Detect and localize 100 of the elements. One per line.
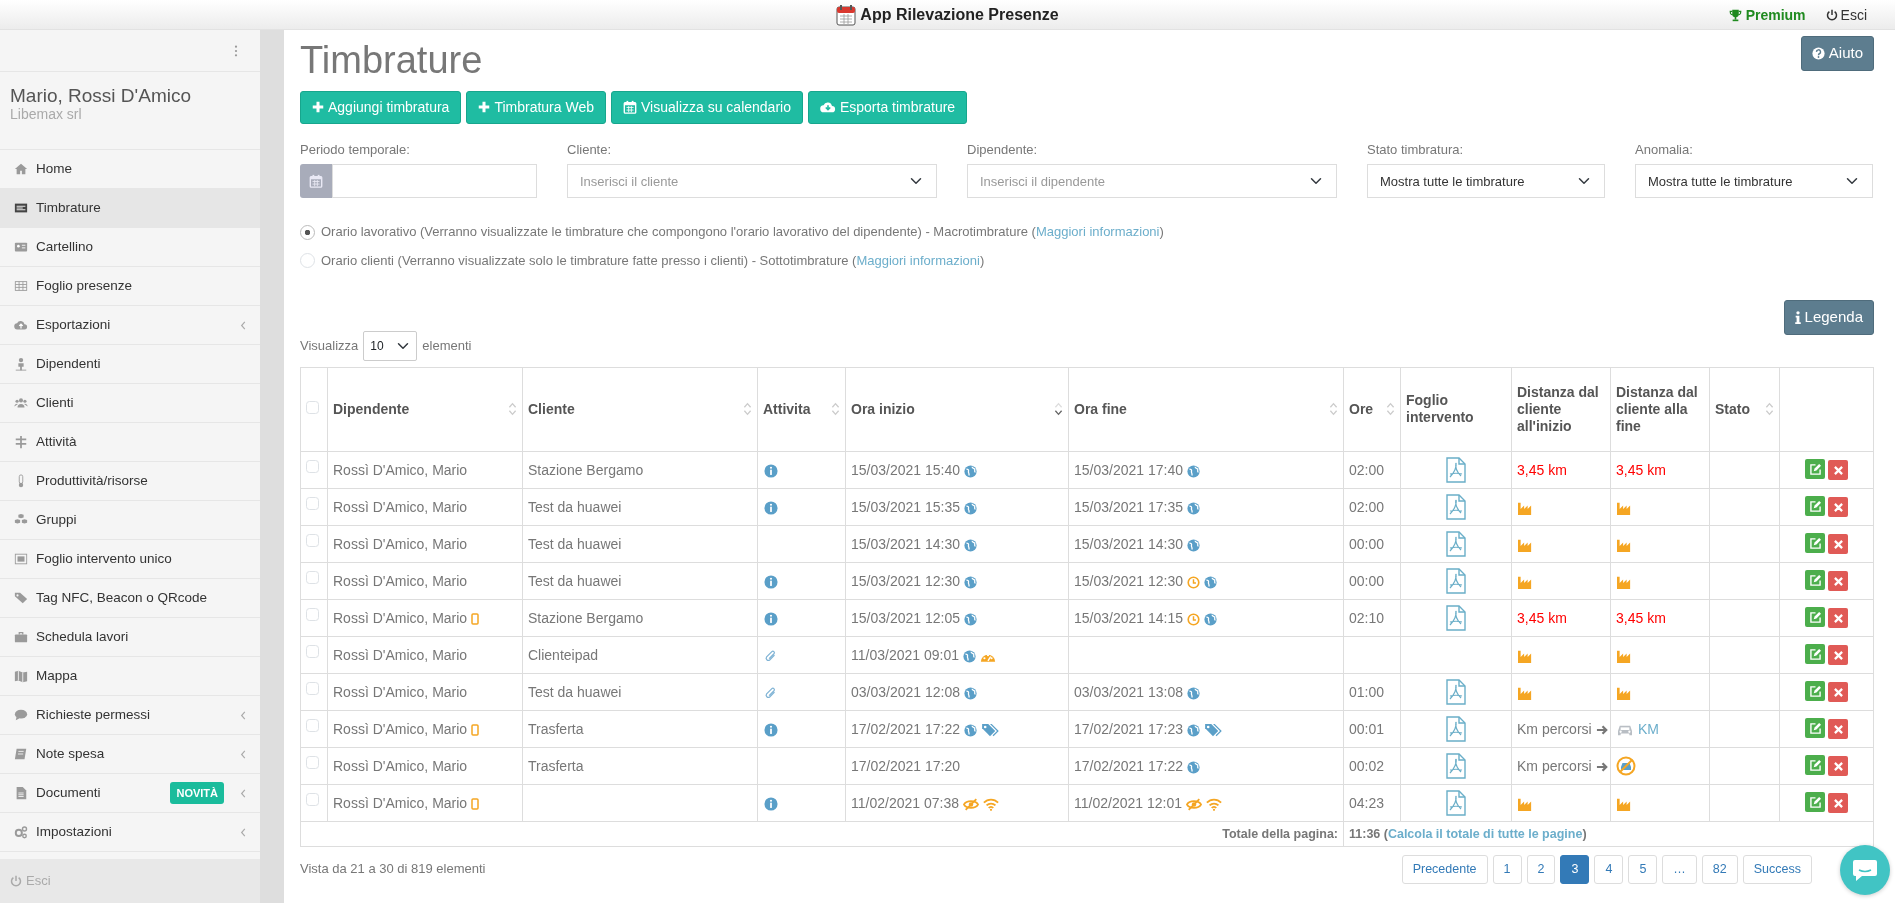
delete-button[interactable] [1828, 756, 1848, 777]
calendar-logo-icon [836, 3, 857, 26]
pdf-icon[interactable] [1446, 752, 1466, 779]
menu-icon[interactable] [234, 44, 238, 57]
sidebar-item[interactable]: Mappa [0, 657, 260, 696]
sidebar-item[interactable]: Impostazioni [0, 813, 260, 852]
edit-button[interactable] [1805, 459, 1825, 480]
sidebar-item[interactable]: Cartellino [0, 228, 260, 267]
sidebar-item[interactable]: Tag NFC, Beacon o QRcode [0, 579, 260, 618]
select-all-checkbox[interactable] [306, 400, 319, 414]
row-checkbox[interactable] [306, 681, 319, 695]
map-icon [14, 669, 28, 683]
status-select[interactable]: Mostra tutte le timbrature [1367, 164, 1605, 199]
time-text: 15/03/2021 12:05 [851, 609, 960, 626]
edit-button[interactable] [1805, 718, 1825, 739]
sidebar-item[interactable]: Dipendenti [0, 345, 260, 384]
page-link[interactable]: 82 [1701, 854, 1738, 884]
client-name: Stazione Bergamo [528, 461, 644, 478]
edit-button[interactable] [1805, 533, 1825, 554]
radio-button[interactable] [300, 224, 315, 240]
pdf-icon[interactable] [1446, 567, 1466, 594]
page-length-select[interactable]: 10 [363, 330, 418, 361]
pdf-icon[interactable] [1446, 604, 1466, 631]
delete-button[interactable] [1828, 719, 1848, 740]
clock-icon [1186, 575, 1200, 589]
pdf-icon[interactable] [1446, 456, 1466, 483]
status-select[interactable]: Mostra tutte le timbrature [1635, 164, 1873, 199]
page-link[interactable]: … [1662, 854, 1697, 884]
legend-button[interactable]: Legenda [1783, 300, 1874, 335]
calendar-icon [309, 174, 323, 189]
row-checkbox[interactable] [306, 496, 319, 510]
edit-button[interactable] [1805, 644, 1825, 665]
row-checkbox[interactable] [306, 792, 319, 806]
page-link[interactable]: Precedente [1401, 854, 1488, 884]
delete-button[interactable] [1828, 608, 1848, 629]
delete-button[interactable] [1828, 682, 1848, 703]
page-link[interactable]: Success [1742, 854, 1812, 884]
edit-button[interactable] [1805, 607, 1825, 628]
chat-button[interactable] [1840, 845, 1890, 895]
date-range-field[interactable] [332, 164, 537, 199]
delete-button[interactable] [1828, 571, 1848, 592]
pdf-icon[interactable] [1446, 715, 1466, 742]
page-link[interactable]: 5 [1628, 854, 1658, 884]
sidebar-item[interactable]: Attività [0, 423, 260, 462]
sidebar-item[interactable]: Produttività/risorse [0, 462, 260, 501]
edit-button[interactable] [1805, 496, 1825, 517]
search-select[interactable]: Inserisci il cliente [567, 164, 937, 199]
delete-button[interactable] [1828, 534, 1848, 555]
sidebar-item[interactable]: Note spesa [0, 735, 260, 774]
help-button[interactable]: Aiuto [1800, 36, 1874, 71]
sidebar-item[interactable]: Esportazioni [0, 306, 260, 345]
client-name: Test da huawei [528, 572, 622, 589]
delete-button[interactable] [1828, 793, 1848, 814]
pdf-icon[interactable] [1446, 789, 1466, 816]
sidebar-item[interactable]: Foglio presenze [0, 267, 260, 306]
sidebar-item[interactable]: Foglio intervento unico [0, 540, 260, 579]
factory-icon [1616, 797, 1632, 812]
column-header: Distanza dal cliente alla fine [1616, 383, 1699, 435]
hours-text: 00:00 [1349, 572, 1385, 589]
page-link[interactable]: 3 [1560, 854, 1590, 884]
sidebar-item[interactable]: Gruppi [0, 501, 260, 540]
delete-button[interactable] [1828, 460, 1848, 481]
delete-button[interactable] [1828, 497, 1848, 518]
hours-text: 00:02 [1349, 757, 1385, 774]
row-checkbox[interactable] [306, 718, 319, 732]
user-name: Mario, Rossi D'Amico [10, 86, 192, 107]
time-text: 17/02/2021 17:22 [851, 720, 960, 737]
page-link[interactable]: 4 [1594, 854, 1624, 884]
sidebar-item[interactable]: Timbrature [0, 189, 260, 228]
page-link[interactable]: 2 [1526, 854, 1556, 884]
radio-button[interactable] [300, 253, 315, 269]
page-link[interactable]: 1 [1492, 854, 1522, 884]
row-checkbox[interactable] [306, 570, 319, 584]
hours-text: 00:01 [1349, 720, 1385, 737]
delete-button[interactable] [1828, 645, 1848, 666]
premium-link[interactable]: Premium [1728, 4, 1806, 26]
pdf-icon[interactable] [1446, 678, 1466, 705]
sidebar-item[interactable]: Documenti NOVITÀ [0, 774, 260, 813]
sidebar-item[interactable]: Clienti [0, 384, 260, 423]
column-header: Attivita [763, 400, 811, 418]
row-checkbox[interactable] [306, 533, 319, 547]
employee-name: Rossì D'Amico, Mario [333, 757, 468, 774]
edit-button[interactable] [1805, 792, 1825, 813]
sidebar-item[interactable]: Schedula lavori [0, 618, 260, 657]
cloud-upload-icon [14, 318, 28, 332]
sidebar-item[interactable]: Richieste permessi [0, 696, 260, 735]
row-checkbox[interactable] [306, 607, 319, 621]
logout-link[interactable]: Esci [1825, 4, 1867, 26]
pdf-icon[interactable] [1446, 530, 1466, 557]
row-checkbox[interactable] [306, 644, 319, 658]
delete-icon [1833, 465, 1843, 475]
row-checkbox[interactable] [306, 755, 319, 769]
calendar-button[interactable] [300, 164, 332, 199]
time-text: 15/03/2021 14:30 [1074, 535, 1183, 552]
pdf-icon[interactable] [1446, 493, 1466, 520]
row-checkbox[interactable] [306, 459, 319, 473]
edit-button[interactable] [1805, 755, 1825, 776]
edit-button[interactable] [1805, 681, 1825, 702]
search-select[interactable]: Inserisci il dipendente [967, 164, 1337, 199]
edit-button[interactable] [1805, 570, 1825, 591]
